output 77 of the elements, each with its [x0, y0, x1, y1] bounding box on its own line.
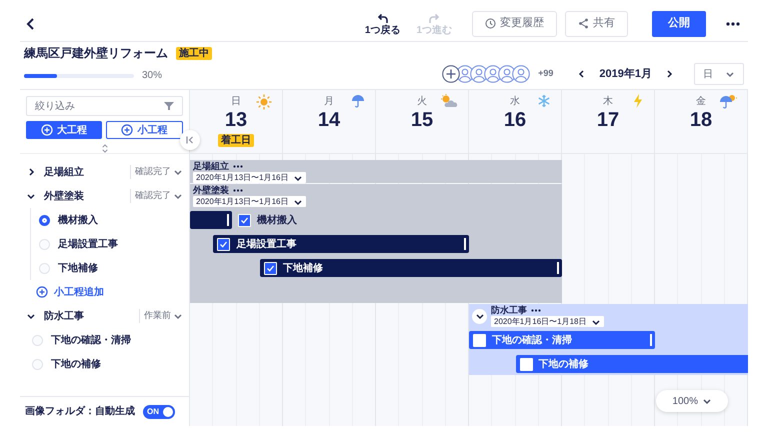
sort-arrows-icon[interactable] — [100, 144, 108, 153]
filter-field[interactable]: 絞り込み — [26, 96, 183, 116]
date-range-select[interactable]: 2020年1月16日〜1月18日 — [491, 316, 604, 327]
plus-circle-icon — [121, 124, 134, 136]
process-name[interactable]: 防水工事 — [44, 308, 131, 324]
group-name: 外壁塗装 — [193, 185, 229, 196]
clock-icon — [485, 18, 496, 29]
progress-percent: 30% — [142, 69, 162, 83]
task-checkbox[interactable] — [520, 358, 532, 370]
subprocess-name[interactable]: 下地の確認・清掃 — [51, 332, 131, 348]
day-number: 16 — [504, 108, 526, 132]
weekday-label: 火 — [417, 96, 427, 108]
project-title: 練馬区戸建外壁リフォーム — [24, 45, 168, 62]
task-checkbox[interactable] — [473, 334, 486, 346]
month-label: 2019年1月 — [599, 66, 652, 82]
toggle-switch[interactable]: ON — [143, 404, 175, 418]
add-subprocess-link[interactable]: 小工程追加 — [36, 284, 104, 300]
date-range-select[interactable]: 2020年1月13日〜1月16日 — [193, 196, 306, 207]
date-range-select[interactable]: 2020年1月13日〜1月16日 — [193, 172, 306, 183]
task-bar[interactable]: 下地補修 — [260, 259, 562, 277]
group-name: 防水工事 — [491, 305, 527, 316]
check-icon — [266, 264, 275, 272]
more-icon[interactable] — [531, 309, 541, 312]
collapse-icon — [186, 136, 194, 144]
task-bar[interactable]: 下地の補修 — [516, 355, 748, 373]
more-icon[interactable] — [726, 22, 740, 26]
day-number: 18 — [690, 108, 712, 132]
plus-circle-icon — [40, 124, 53, 136]
weekday-label: 水 — [510, 96, 520, 108]
publish-button[interactable]: 公開 — [652, 10, 706, 36]
check-icon — [240, 216, 249, 224]
more-icon[interactable] — [233, 165, 243, 168]
day-number: 13 — [224, 108, 248, 132]
subprocess-name[interactable]: 下地補修 — [58, 260, 98, 276]
task-bar[interactable]: 下地の確認・清掃 — [469, 331, 655, 349]
history-button[interactable]: 変更履歴 — [472, 10, 557, 36]
status-badge: 施工中 — [176, 46, 212, 60]
filter-icon — [164, 102, 174, 110]
process-name[interactable]: 足場組立 — [44, 164, 122, 180]
auto-folder-label: 画像フォルダ：自動生成 — [25, 404, 135, 419]
subprocess-name[interactable]: 下地の補修 — [51, 356, 101, 372]
weekday-label: 日 — [231, 96, 241, 108]
check-icon — [219, 240, 228, 248]
day-number: 15 — [410, 108, 434, 132]
weekday-label: 木 — [603, 96, 613, 108]
undo-button[interactable]: 1つ戻る — [360, 12, 404, 36]
group-name: 足場組立 — [193, 161, 229, 172]
task-bar[interactable]: 足場設置工事 — [213, 235, 469, 253]
task-bar[interactable] — [190, 211, 232, 229]
add-major-process-button[interactable]: 大工程 — [26, 121, 102, 139]
share-button[interactable]: 共有 — [565, 10, 628, 36]
day-number: 17 — [596, 108, 620, 132]
user-avatar — [512, 65, 530, 83]
weekday-label: 金 — [696, 96, 706, 108]
share-icon — [578, 18, 589, 29]
plus-circle-icon — [36, 286, 48, 298]
subprocess-name[interactable]: 機材搬入 — [58, 212, 98, 228]
redo-icon — [427, 12, 442, 24]
zoom-select[interactable]: 100% — [656, 390, 728, 412]
start-day-badge: 着工日 — [218, 134, 254, 147]
add-minor-process-button[interactable]: 小工程 — [106, 121, 183, 139]
radio-button[interactable] — [39, 214, 50, 226]
weekday-label: 月 — [324, 96, 334, 108]
task-checkbox[interactable] — [264, 262, 277, 274]
undo-icon — [376, 12, 390, 24]
view-select[interactable]: 日 — [694, 63, 744, 85]
more-icon[interactable] — [233, 189, 243, 192]
member-count: +99 — [538, 67, 554, 80]
process-status[interactable]: 確認完了 — [130, 189, 183, 203]
task-checkbox[interactable] — [217, 238, 230, 250]
process-status[interactable]: 作業前 — [139, 309, 183, 323]
day-number: 14 — [318, 108, 340, 132]
add-member-button[interactable] — [442, 65, 460, 83]
subprocess-name[interactable]: 足場設置工事 — [58, 236, 118, 252]
process-status[interactable]: 確認完了 — [130, 165, 183, 179]
task-label: 機材搬入 — [256, 214, 297, 228]
process-name[interactable]: 外壁塗装 — [44, 188, 122, 204]
